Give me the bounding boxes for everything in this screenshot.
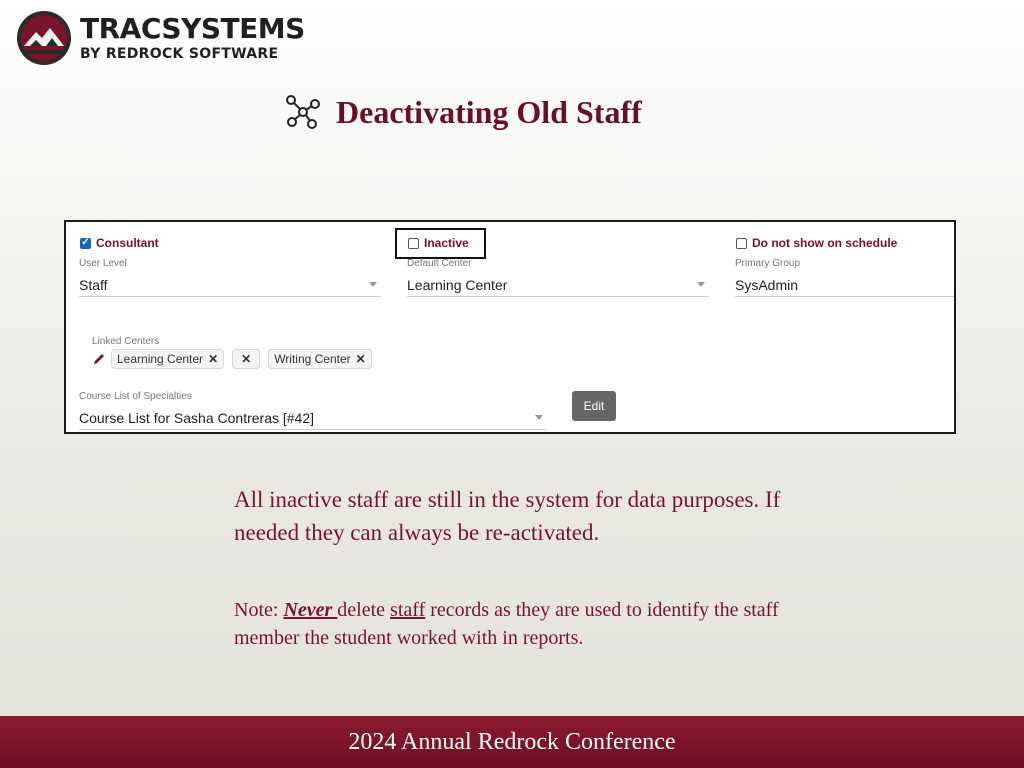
- chip-learning-center[interactable]: Learning Center ✕: [111, 349, 225, 369]
- chevron-down-icon: [535, 415, 543, 420]
- inactive-highlight-box: [395, 228, 486, 259]
- chip-writing-center[interactable]: Writing Center ✕: [268, 349, 372, 369]
- note-mid: delete: [337, 599, 391, 621]
- pencil-icon[interactable]: [92, 352, 106, 366]
- default-center-value: Learning Center: [407, 276, 508, 293]
- title-row: Deactivating Old Staff: [282, 92, 642, 132]
- user-level-value: Staff: [79, 276, 108, 293]
- page-title: Deactivating Old Staff: [336, 93, 642, 130]
- linked-centers-chips: Learning Center ✕ ✕ Writing Center ✕: [92, 349, 380, 369]
- primary-group-value: SysAdmin: [735, 276, 799, 293]
- user-level-select[interactable]: Staff: [79, 273, 381, 297]
- consultant-checkbox[interactable]: ✓: [80, 237, 91, 249]
- default-center-label: Default Center: [407, 258, 472, 269]
- course-list-value: Course List for Sasha Contreras [#42]: [79, 409, 315, 426]
- note-never: Never: [283, 599, 338, 621]
- tracsystems-logo: TRACSYSTEMS BY REDROCK SOFTWARE: [16, 10, 305, 66]
- linked-centers-label: Linked Centers: [92, 336, 160, 347]
- people-network-icon: [286, 95, 320, 129]
- primary-group-label: Primary Group: [735, 258, 801, 269]
- consultant-label: Consultant: [96, 236, 159, 250]
- edit-button[interactable]: Edit: [572, 391, 616, 421]
- logo-sub-text: BY REDROCK SOFTWARE: [80, 46, 279, 62]
- do-not-show-checkbox[interactable]: [736, 237, 747, 249]
- note-staff: staff: [390, 599, 426, 621]
- chevron-down-icon: [697, 282, 705, 287]
- mountain-logo-icon: [17, 11, 71, 65]
- default-center-select[interactable]: Learning Center: [407, 273, 709, 297]
- footer-text: 2024 Annual Redrock Conference: [348, 728, 676, 755]
- chip-empty[interactable]: ✕: [232, 349, 261, 369]
- note-text: Note: Never delete staff records as they…: [234, 596, 794, 652]
- chip-label: Writing Center: [274, 352, 351, 366]
- close-icon[interactable]: ✕: [356, 352, 366, 366]
- course-list-select[interactable]: Course List for Sasha Contreras [#42]: [79, 406, 547, 430]
- chevron-down-icon: [369, 282, 377, 287]
- course-list-label: Course List of Specialties: [79, 391, 192, 402]
- close-icon[interactable]: ✕: [208, 352, 218, 366]
- do-not-show-checkbox-row[interactable]: Do not show on schedule: [736, 236, 897, 250]
- inactive-info-text: All inactive staff are still in the syst…: [234, 487, 781, 545]
- note-prefix: Note:: [234, 599, 284, 621]
- chip-label: Learning Center: [117, 352, 204, 366]
- consultant-checkbox-row[interactable]: ✓ Consultant: [80, 236, 159, 250]
- user-level-label: User Level: [79, 258, 127, 269]
- close-icon[interactable]: ✕: [241, 352, 251, 366]
- do-not-show-label: Do not show on schedule: [752, 236, 898, 250]
- primary-group-select[interactable]: SysAdmin: [735, 273, 954, 297]
- footer-bar: 2024 Annual Redrock Conference: [0, 716, 1024, 768]
- staff-settings-panel: ✓ Consultant Inactive Do not show on sch…: [64, 220, 956, 434]
- logo-main-text: TRACSYSTEMS: [80, 12, 305, 45]
